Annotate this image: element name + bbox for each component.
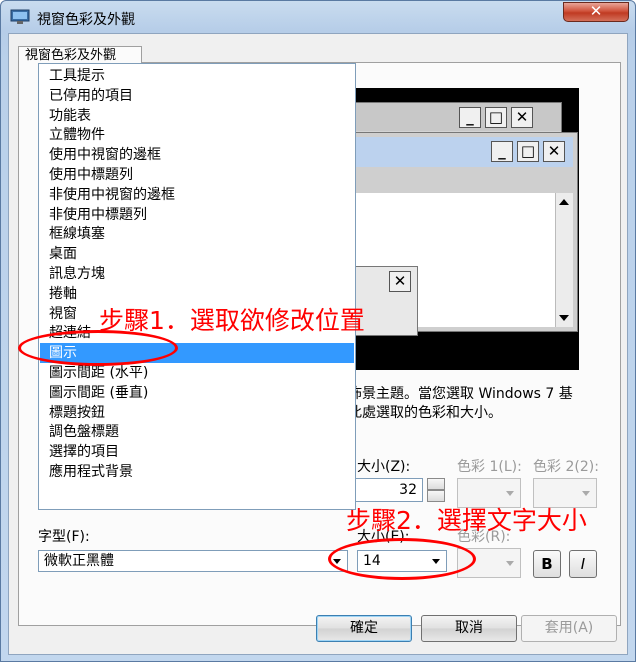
color1-chevron-icon [506,491,514,496]
font-select-value: 微軟正黑體 [44,553,114,569]
list-item[interactable]: 圖示間距 (水平) [40,363,354,383]
font-select[interactable]: 微軟正黑體 [38,550,348,572]
list-item[interactable]: 功能表 [40,106,354,126]
step1-highlight-ellipse [18,330,178,366]
size-input[interactable]: 32 [355,478,423,502]
list-item[interactable]: 立體物件 [40,125,354,145]
color1-label: 色彩 1(L): [457,459,522,475]
scroll-down-icon [559,315,569,321]
italic-button[interactable]: I [569,550,597,578]
color2-label: 色彩 2(2): [533,459,599,475]
font-label: 字型(F): [38,529,90,545]
list-item[interactable]: 非使用中視窗的邊框 [40,185,354,205]
list-item[interactable]: 框線填塞 [40,224,354,244]
list-item[interactable]: 桌面 [40,244,354,264]
preview-active-close-icon: ✕ [543,141,565,162]
step2-highlight-ellipse [328,538,476,580]
preview-active-maximize-icon: □ [517,141,539,162]
list-item[interactable]: 使用中標題列 [40,165,354,185]
size-label: 大小(Z): [357,459,411,475]
bold-button[interactable]: B [533,550,561,578]
list-item[interactable]: 調色盤標題 [40,422,354,442]
title-bar[interactable]: 視窗色彩及外觀 ✕ [1,1,635,35]
color2-chevron-icon [582,491,590,496]
list-item[interactable]: 使用中視窗的邊框 [40,145,354,165]
cancel-button[interactable]: 取消 [421,615,517,642]
list-item[interactable]: 工具提示 [40,66,354,86]
step2-annotation: 步驟2．選擇文字大小 [346,506,587,535]
list-item[interactable]: 圖示間距 (垂直) [40,383,354,403]
item-listbox[interactable]: 工具提示 已停用的項目 功能表 立體物件 使用中視窗的邊框 使用中標題列 非使用中視窗的邊框… [38,63,356,510]
preview-pane: _ □ ✕ _ □ ✕ ✕ [330,88,579,370]
tab-appearance[interactable]: 視窗色彩及外觀 [18,46,142,64]
font-color-chevron-icon [506,561,514,566]
description-line-2: 此處選取的色彩和大小。 [348,405,502,421]
window-title: 視窗色彩及外觀 [37,12,135,28]
description-line-1: 佈景主題。當您選取 Windows 7 基 [348,386,573,402]
scroll-up-icon [559,199,569,205]
list-item[interactable]: 非使用中標題列 [40,205,354,225]
preview-msg-close-icon: ✕ [389,271,411,292]
list-item[interactable]: 應用程式背景 [40,462,354,482]
preview-minimize-icon: _ [459,107,481,128]
list-item[interactable]: 訊息方塊 [40,264,354,284]
list-item[interactable]: 已停用的項目 [40,86,354,106]
list-item[interactable]: 選擇的項目 [40,442,354,462]
list-item[interactable]: 標題按鈕 [40,403,354,423]
preview-maximize-icon: □ [485,107,507,128]
preview-active-minimize-icon: _ [491,141,513,162]
preview-close-icon: ✕ [511,107,533,128]
display-icon [10,9,30,24]
ok-button[interactable]: 確定 [316,615,412,642]
dialog-window: 視窗色彩及外觀 ✕ 視窗色彩及外觀 _ □ ✕ _ □ ✕ ✕ 佈景主題。當您選… [0,0,636,662]
size-up-button[interactable] [427,478,445,490]
preview-scrollbar [555,193,573,327]
close-button[interactable]: ✕ [563,2,629,22]
apply-button[interactable]: 套用(A) [521,615,617,642]
